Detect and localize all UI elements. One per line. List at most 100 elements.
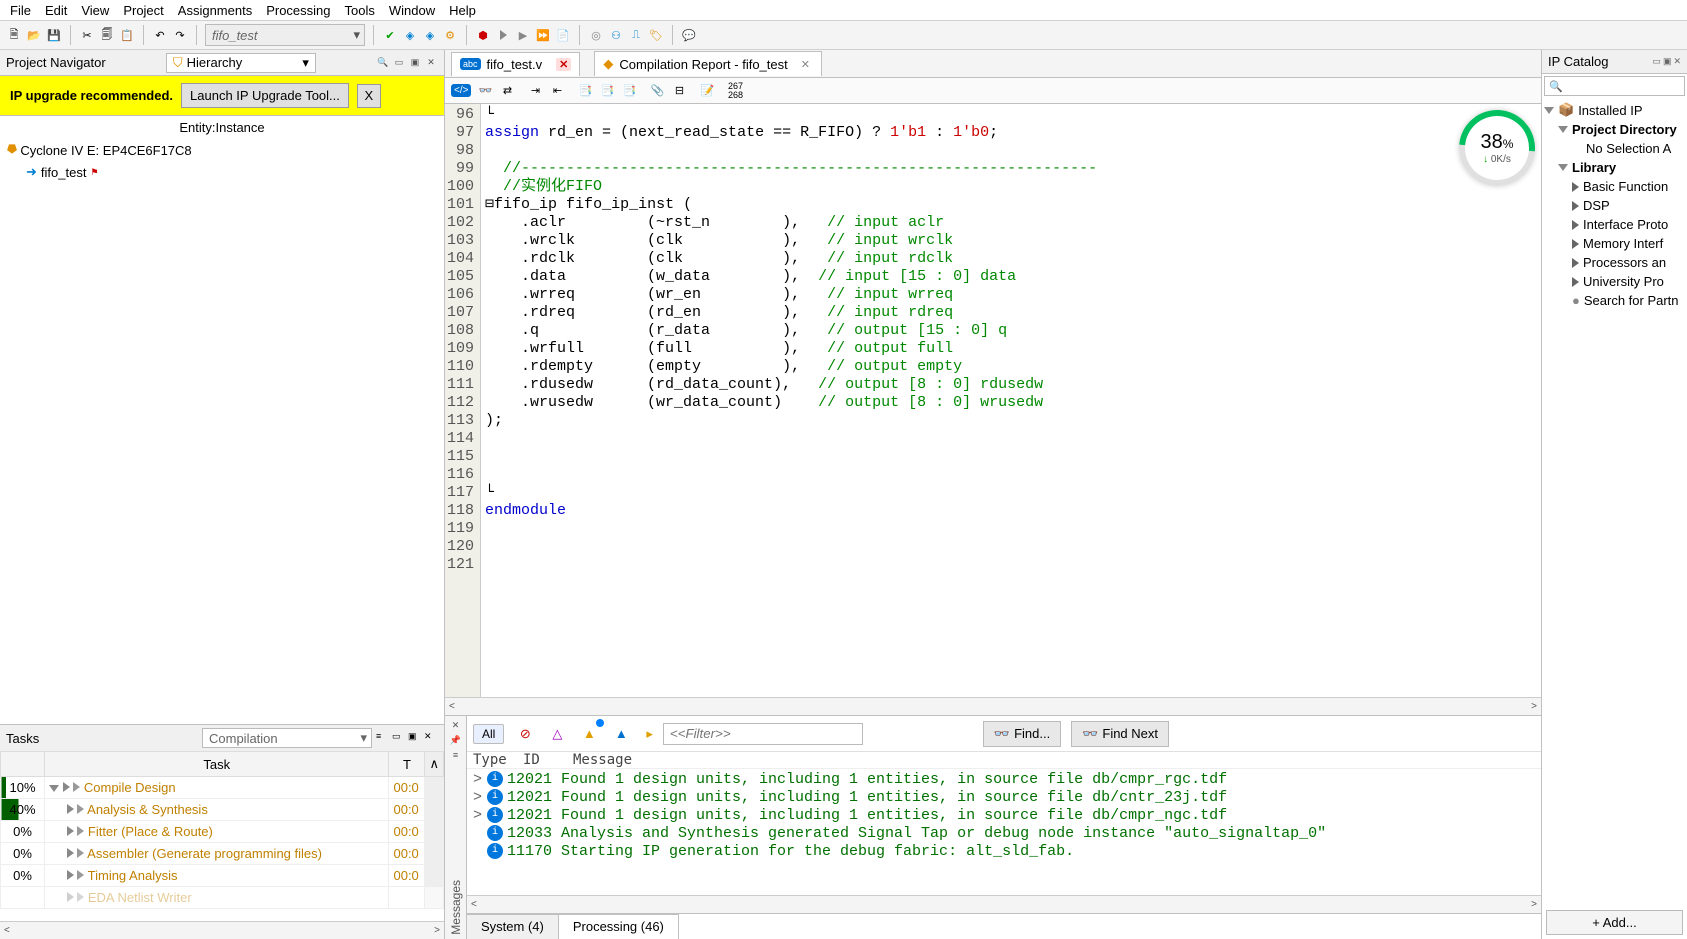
outdent-icon[interactable]: ⇤ <box>549 83 565 99</box>
cut-icon[interactable]: ✂ <box>79 27 95 43</box>
find-next-button[interactable]: 👓Find Next <box>1071 721 1169 747</box>
save-icon[interactable]: 💾 <box>46 27 62 43</box>
chevron-right-icon[interactable] <box>1572 201 1579 211</box>
message-row[interactable]: > i 12021 Found 1 design units, includin… <box>473 771 1535 789</box>
messages-tab[interactable]: Processing (46) <box>559 914 679 939</box>
chevron-down-icon[interactable] <box>49 785 59 792</box>
error-filter-icon[interactable]: ⊘ <box>514 723 536 745</box>
chevron-right-icon[interactable] <box>67 848 74 858</box>
attach-icon[interactable]: 📎 <box>649 83 665 99</box>
nav-icon[interactable]: ◈ <box>402 27 418 43</box>
menu-tools[interactable]: Tools <box>345 3 375 18</box>
ip-max-icon[interactable]: ▣ <box>1663 56 1672 67</box>
chevron-right-icon[interactable] <box>67 804 74 814</box>
ip-tree-row[interactable]: Processors an <box>1544 253 1685 272</box>
tasks-col-task[interactable]: Task <box>45 752 389 777</box>
tasks-max-icon[interactable]: ▣ <box>408 731 422 745</box>
messages-filter-input[interactable] <box>663 723 863 745</box>
tasks-combo[interactable]: Compilation <box>202 728 372 748</box>
entity-row[interactable]: ➜ fifo_test ⚑ <box>0 161 444 183</box>
play-icon[interactable] <box>495 27 511 43</box>
editor-hscroll[interactable]: <> <box>445 697 1541 715</box>
tag-icon[interactable]: 🏷 <box>648 27 664 43</box>
dock-pin-icon[interactable]: 📌 <box>450 735 461 746</box>
chevron-down-icon[interactable] <box>1544 107 1554 114</box>
menu-project[interactable]: Project <box>123 3 163 18</box>
close-tab-icon[interactable]: ✕ <box>798 58 813 71</box>
ab-icon[interactable]: 📝 <box>699 83 715 99</box>
task-row[interactable]: 0% Fitter (Place & Route) 00:0 <box>1 821 444 843</box>
play-icon[interactable] <box>77 892 84 902</box>
chevron-down-icon[interactable] <box>1558 164 1568 171</box>
menu-processing[interactable]: Processing <box>266 3 330 18</box>
task-row[interactable]: EDA Netlist Writer <box>1 887 444 909</box>
filter-all-button[interactable]: All <box>473 724 504 744</box>
chevron-icon[interactable] <box>473 825 483 843</box>
tasks-split-icon[interactable]: ▭ <box>392 731 406 745</box>
close-tab-icon[interactable]: ✕ <box>556 58 571 71</box>
task-row[interactable]: 0% Timing Analysis 00:0 <box>1 865 444 887</box>
nav2-icon[interactable]: ◈ <box>422 27 438 43</box>
chevron-right-icon[interactable] <box>67 826 74 836</box>
chip-icon[interactable]: ◎ <box>588 27 604 43</box>
undo-icon[interactable]: ↶ <box>152 27 168 43</box>
menu-window[interactable]: Window <box>389 3 435 18</box>
chevron-down-icon[interactable] <box>1558 126 1568 133</box>
play-arrow-icon[interactable]: ▶ <box>515 27 531 43</box>
tasks-close-icon[interactable]: ✕ <box>424 731 438 745</box>
speech-icon[interactable]: 💬 <box>681 27 697 43</box>
panel-max-icon[interactable]: ▣ <box>408 56 422 70</box>
menu-help[interactable]: Help <box>449 3 476 18</box>
col-id[interactable]: ID <box>523 752 573 768</box>
messages-hscroll[interactable]: <> <box>467 895 1541 913</box>
new-icon[interactable]: 🗎 <box>6 27 22 43</box>
add-ip-button[interactable]: + Add... <box>1546 910 1683 935</box>
ip-tree-row[interactable]: 📦Installed IP <box>1544 100 1685 120</box>
paste-icon[interactable]: 📋 <box>119 27 135 43</box>
col-type[interactable]: Type <box>473 752 523 768</box>
tasks-col-time[interactable]: T <box>389 752 425 777</box>
ip-tree-row[interactable]: Memory Interf <box>1544 234 1685 253</box>
critical-filter-icon[interactable]: △ <box>546 723 568 745</box>
hierarchy-combo[interactable]: ⛉ Hierarchy <box>166 53 316 73</box>
bookmark3-icon[interactable]: 📑 <box>621 83 637 99</box>
bookmark1-icon[interactable]: 📑 <box>577 83 593 99</box>
search-icon[interactable]: 🔍 <box>376 56 390 70</box>
menu-assignments[interactable]: Assignments <box>178 3 252 18</box>
chevron-right-icon[interactable] <box>1572 182 1579 192</box>
tasks-hscroll[interactable]: <> <box>0 921 444 939</box>
chevron-right-icon[interactable] <box>1572 220 1579 230</box>
ip-tree-row[interactable]: ●Search for Partn <box>1544 291 1685 310</box>
chevron-right-icon[interactable] <box>1572 239 1579 249</box>
panel-close-icon[interactable]: ✕ <box>424 56 438 70</box>
device-row[interactable]: ⯂ Cyclone IV E: EP4CE6F17C8 <box>0 139 444 161</box>
chevron-right-icon[interactable] <box>67 870 74 880</box>
menu-file[interactable]: File <box>10 3 31 18</box>
play-icon[interactable] <box>73 782 80 792</box>
bookmark2-icon[interactable]: 📑 <box>599 83 615 99</box>
editor-tab-0[interactable]: abcfifo_test.v✕ <box>451 52 580 76</box>
task-row[interactable]: 40% Analysis & Synthesis 00:0 <box>1 799 444 821</box>
task-row[interactable]: 10% Compile Design 00:0 <box>1 777 444 799</box>
ip-tree-row[interactable]: Basic Function <box>1544 177 1685 196</box>
chevron-right-icon[interactable] <box>63 782 70 792</box>
editor-tab-1[interactable]: ◆Compilation Report - fifo_test✕ <box>594 51 822 76</box>
ip-search-input[interactable]: 🔍 <box>1544 76 1685 96</box>
chevron-icon[interactable]: > <box>473 771 483 789</box>
code-editor[interactable]: └assign rd_en = (next_read_state == R_FI… <box>481 104 1541 697</box>
binoculars-icon[interactable]: 👓 <box>477 83 493 99</box>
ip-tree-row[interactable]: University Pro <box>1544 272 1685 291</box>
signal-icon[interactable]: ⎍ <box>628 27 644 43</box>
gear-icon[interactable]: ⚙ <box>442 27 458 43</box>
messages-list[interactable]: > i 12021 Found 1 design units, includin… <box>467 769 1541 895</box>
copy-icon[interactable]: 🗐 <box>99 27 115 43</box>
open-icon[interactable]: 📂 <box>26 27 42 43</box>
task-row[interactable]: 0% Assembler (Generate programming files… <box>1 843 444 865</box>
indent-icon[interactable]: ⇥ <box>527 83 543 99</box>
message-row[interactable]: > i 12021 Found 1 design units, includin… <box>473 807 1535 825</box>
menu-edit[interactable]: Edit <box>45 3 67 18</box>
stop-icon[interactable]: ⬢ <box>475 27 491 43</box>
play-icon[interactable] <box>77 848 84 858</box>
redo-icon[interactable]: ↷ <box>172 27 188 43</box>
menu-view[interactable]: View <box>81 3 109 18</box>
